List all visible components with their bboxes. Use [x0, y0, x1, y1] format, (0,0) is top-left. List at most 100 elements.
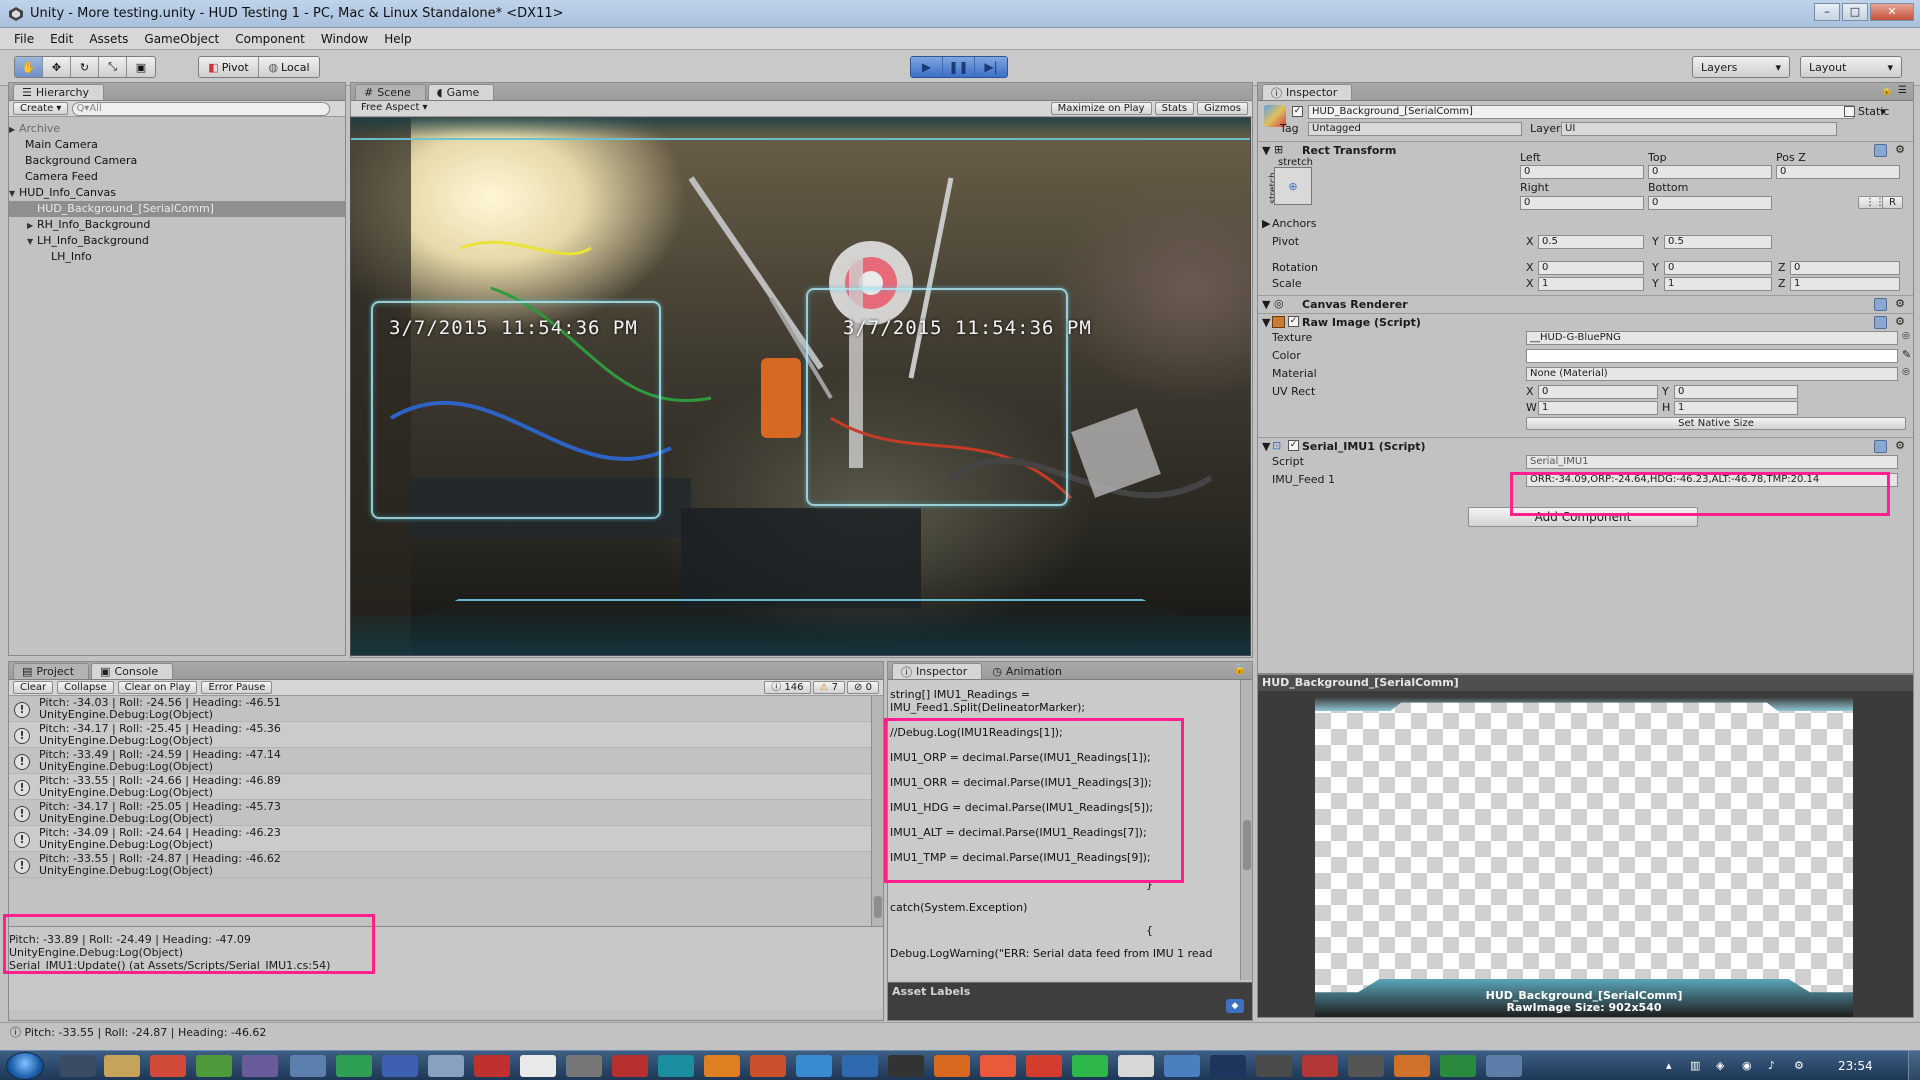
app-taskbar-icon[interactable] [1210, 1055, 1246, 1077]
maximize-button[interactable]: □ [1842, 3, 1868, 21]
network-icon[interactable]: ▥ [1690, 1059, 1700, 1072]
game-viewport[interactable]: 3/7/2015 11:54:36 PM 3/7/2015 11:54:36 P… [350, 117, 1251, 656]
app-taskbar-icon[interactable] [474, 1055, 510, 1077]
app-taskbar-icon[interactable] [520, 1055, 556, 1077]
log-row[interactable]: ! Pitch: -33.55 | Roll: -24.66 | Heading:… [9, 774, 883, 800]
help-icon[interactable] [1874, 440, 1887, 453]
chevron-down-icon[interactable]: ▾ [1880, 105, 1886, 118]
imu-feed-field[interactable]: ORR:-34.09,ORP:-24.64,HDG:-46.23,ALT:-46… [1526, 473, 1898, 487]
log-row[interactable]: ! Pitch: -34.09 | Roll: -24.64 | Heading:… [9, 826, 883, 852]
app-taskbar-icon[interactable] [1026, 1055, 1062, 1077]
scrollbar-thumb[interactable] [874, 896, 882, 918]
app-taskbar-icon[interactable] [796, 1055, 832, 1077]
show-desktop-button[interactable] [1908, 1051, 1920, 1080]
stats-toggle[interactable]: Stats [1154, 102, 1195, 115]
rect-transform-header[interactable]: ▼ ⊞ Rect Transform ⚙ [1258, 141, 1913, 159]
hierarchy-item[interactable]: Background Camera [9, 153, 345, 169]
top-field[interactable]: 0 [1648, 165, 1772, 179]
rect-tool-icon[interactable]: ▣ [127, 57, 155, 77]
firefox-taskbar-icon[interactable] [1394, 1055, 1430, 1077]
expanded-arrow-icon[interactable]: ▼ [1262, 298, 1270, 311]
aspect-dropdown[interactable]: Free Aspect ▾ [355, 102, 515, 115]
scale-x-field[interactable]: 1 [1538, 277, 1644, 291]
volume-icon[interactable]: ♪ [1768, 1059, 1775, 1072]
uv-x-field[interactable]: 0 [1538, 385, 1658, 399]
static-checkbox[interactable] [1844, 106, 1855, 117]
tag-icon[interactable]: ◆ [1226, 999, 1244, 1013]
app-taskbar-icon[interactable] [750, 1055, 786, 1077]
tray-icon[interactable]: ◈ [1716, 1059, 1724, 1072]
anchor-preset-button[interactable]: ⊕ [1274, 167, 1312, 205]
app-taskbar-icon[interactable] [242, 1055, 278, 1077]
app-taskbar-icon[interactable] [1118, 1055, 1154, 1077]
object-picker-icon[interactable]: ◎ [1902, 331, 1910, 341]
log-row[interactable]: ! Pitch: -34.03 | Roll: -24.56 | Heading:… [9, 696, 883, 722]
log-row[interactable]: ! Pitch: -33.55 | Roll: -24.87 | Heading:… [9, 852, 883, 878]
app-taskbar-icon[interactable] [566, 1055, 602, 1077]
error-count-toggle[interactable]: ⊘ 0 [847, 681, 879, 694]
add-component-button[interactable]: Add Component [1468, 507, 1698, 527]
explorer-taskbar-icon[interactable] [104, 1055, 140, 1077]
clear-on-play-button[interactable]: Clear on Play [117, 681, 198, 694]
tray-icon[interactable]: ◉ [1742, 1059, 1752, 1072]
menu-window[interactable]: Window [313, 32, 376, 46]
hierarchy-item[interactable]: LH_Info [9, 249, 345, 265]
excel-taskbar-icon[interactable] [1440, 1055, 1476, 1077]
menu-gameobject[interactable]: GameObject [136, 32, 227, 46]
right-field[interactable]: 0 [1520, 196, 1644, 210]
tray-expand-icon[interactable]: ▴ [1666, 1059, 1672, 1072]
menu-icon[interactable]: ☰ [1898, 85, 1907, 96]
uv-w-field[interactable]: 1 [1538, 401, 1658, 415]
app-taskbar-icon[interactable] [290, 1055, 326, 1077]
collapsed-arrow-icon[interactable]: ▶ [1262, 217, 1270, 230]
vlc-taskbar-icon[interactable] [704, 1055, 740, 1077]
raw-image-enabled-checkbox[interactable]: ✓ [1288, 316, 1299, 327]
log-row[interactable]: ! Pitch: -34.17 | Roll: -25.05 | Heading:… [9, 800, 883, 826]
error-pause-button[interactable]: Error Pause [201, 681, 273, 694]
color-field[interactable] [1526, 349, 1898, 363]
layer-dropdown[interactable]: UI [1561, 122, 1837, 136]
warning-count-toggle[interactable]: ⚠ 7 [812, 681, 846, 694]
search-input[interactable]: Q▾All [72, 101, 331, 116]
minimize-button[interactable]: – [1814, 3, 1840, 21]
script-scrollbar[interactable] [1240, 680, 1252, 980]
start-button[interactable] [6, 1052, 44, 1080]
tab-project[interactable]: ▤ Project [13, 663, 90, 679]
scrollbar-thumb[interactable] [1243, 820, 1251, 870]
maximize-on-play-toggle[interactable]: Maximize on Play [1050, 102, 1152, 115]
steam-taskbar-icon[interactable] [60, 1055, 96, 1077]
spotify-taskbar-icon[interactable] [1072, 1055, 1108, 1077]
app-taskbar-icon[interactable] [934, 1055, 970, 1077]
gear-icon[interactable]: ⚙ [1895, 143, 1905, 156]
console-scrollbar[interactable] [871, 696, 883, 926]
tab-animation[interactable]: ◷ Animation [984, 663, 1076, 679]
bottom-field[interactable]: 0 [1648, 196, 1772, 210]
raw-image-header[interactable]: ▼ ✓ Raw Image (Script) ⚙ [1258, 313, 1913, 331]
object-name-field[interactable]: HUD_Background_[SerialComm] [1308, 105, 1854, 119]
tab-inspector[interactable]: ⓘ Inspector [1262, 84, 1353, 100]
tray-icon[interactable]: ⚙ [1794, 1059, 1804, 1072]
gear-icon[interactable]: ⚙ [1895, 297, 1905, 310]
posz-field[interactable]: 0 [1776, 165, 1900, 179]
app-taskbar-icon[interactable] [612, 1055, 648, 1077]
step-button[interactable]: ▶| [975, 57, 1007, 77]
hand-tool-icon[interactable]: ✋ [15, 57, 43, 77]
menu-edit[interactable]: Edit [42, 32, 81, 46]
hierarchy-item[interactable]: ▶ Archive [9, 121, 345, 137]
move-tool-icon[interactable]: ✥ [43, 57, 71, 77]
expanded-arrow-icon[interactable]: ▼ [27, 234, 37, 250]
expanded-arrow-icon[interactable]: ▼ [1262, 440, 1270, 453]
raw-edit-button[interactable]: R [1882, 196, 1903, 209]
menu-assets[interactable]: Assets [81, 32, 136, 46]
expand-arrow-icon[interactable]: ▶ [9, 122, 19, 138]
gizmos-toggle[interactable]: Gizmos [1197, 102, 1248, 115]
expanded-arrow-icon[interactable]: ▼ [9, 186, 19, 202]
help-icon[interactable] [1874, 316, 1887, 329]
gear-icon[interactable]: ⚙ [1895, 315, 1905, 328]
script-field[interactable]: Serial_IMU1 [1526, 455, 1898, 469]
help-icon[interactable] [1874, 144, 1887, 157]
uv-h-field[interactable]: 1 [1674, 401, 1798, 415]
app-taskbar-icon[interactable] [1302, 1055, 1338, 1077]
texture-field[interactable]: __HUD-G-BluePNG [1526, 331, 1898, 345]
gear-icon[interactable]: ⚙ [1895, 439, 1905, 452]
